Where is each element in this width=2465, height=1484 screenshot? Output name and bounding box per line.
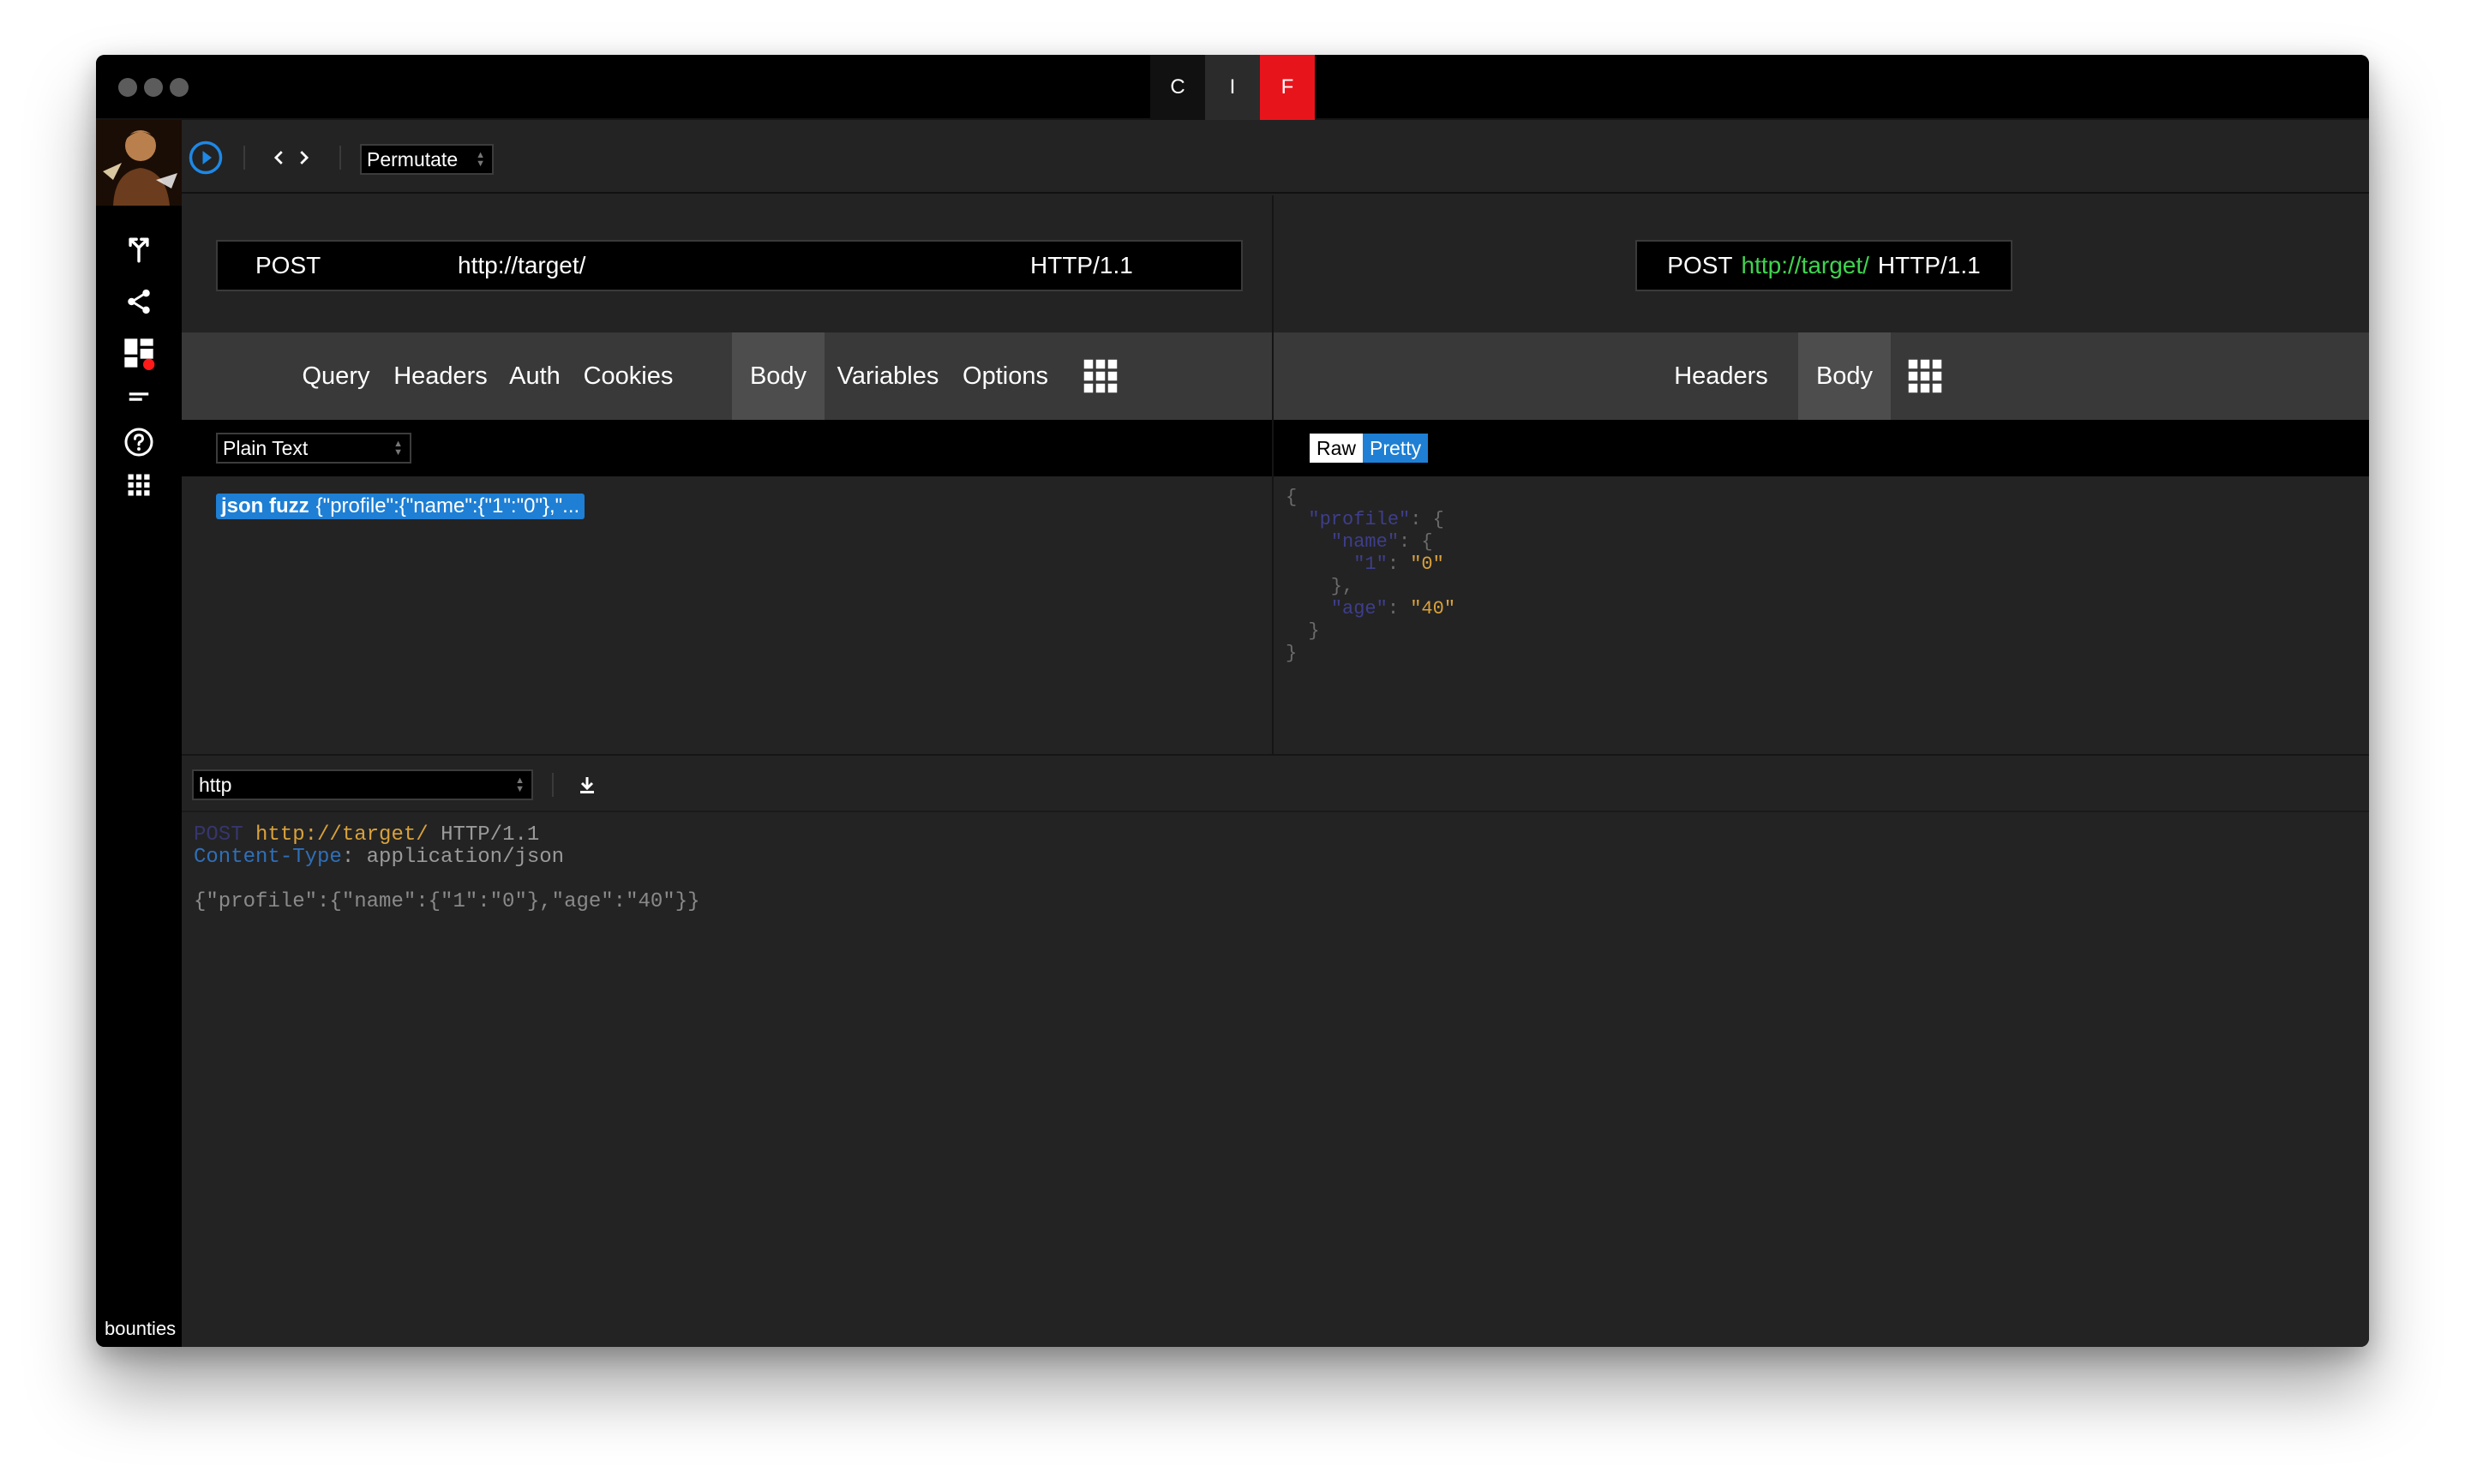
app-window: C I F bounties Permutate ▲ ▼ POST http:/…: [96, 55, 2369, 1347]
title-bar: C I F: [96, 55, 2369, 120]
request-pane: POST http://target/ HTTP/1.1 Query Heade…: [182, 195, 1272, 754]
output-pane: http ▲ ▼ POST http://target/ HTTP/1.1 Con…: [182, 754, 2369, 1347]
bounties-label[interactable]: bounties: [105, 1318, 176, 1340]
more-tabs-grid-icon[interactable]: [1075, 332, 1126, 420]
chevron-left-icon[interactable]: [267, 144, 291, 171]
json-key-1: "1": [1353, 554, 1388, 575]
request-url-row: POST http://target/ HTTP/1.1: [182, 195, 1272, 332]
play-icon: [189, 141, 223, 175]
body-type-value: Plain Text: [223, 436, 309, 459]
run-button[interactable]: [187, 139, 225, 177]
grid-icon[interactable]: [96, 459, 182, 511]
main-area: Permutate ▲ ▼ POST http://target/ HTTP/1.…: [182, 120, 2369, 1347]
json-key-age: "age": [1330, 598, 1388, 619]
response-request-line: POST http://target/ HTTP/1.1: [1635, 240, 2012, 291]
request-tabs: Query Headers Auth Cookies Body Variable…: [182, 332, 1272, 420]
tab-headers[interactable]: Headers: [387, 332, 494, 420]
share-icon[interactable]: [96, 276, 182, 327]
output-protocol: HTTP/1.1: [441, 823, 540, 847]
download-icon[interactable]: [574, 771, 600, 799]
output-body: {"profile":{"name":{"1":"0"},"age":"40"}…: [194, 890, 700, 913]
request-protocol[interactable]: HTTP/1.1: [1030, 252, 1133, 279]
view-toggle: Raw Pretty: [1310, 434, 1429, 463]
tab-options[interactable]: Options: [953, 332, 1058, 420]
lines-icon[interactable]: [96, 370, 182, 422]
response-url[interactable]: http://target/: [1742, 252, 1869, 279]
output-url: http://target/: [255, 823, 429, 847]
output-toolbar: http ▲ ▼: [182, 756, 2369, 812]
response-json: { "profile": { "name": { "1": "0" }, "ag…: [1286, 487, 1456, 664]
body-type-bar: Plain Text ▲ ▼: [182, 420, 1272, 476]
tab-variables[interactable]: Variables: [831, 332, 945, 420]
notification-badge: [143, 358, 155, 370]
mode-tab-i[interactable]: I: [1205, 55, 1260, 120]
avatar[interactable]: [96, 120, 182, 206]
json-value-0: "0": [1410, 554, 1444, 575]
request-line-input[interactable]: POST http://target/ HTTP/1.1: [216, 240, 1243, 291]
response-tabs: Headers Body: [1274, 332, 2369, 420]
json-fuzz-chip[interactable]: json fuzz {"profile":{"name":{"1":"0"},"…: [216, 494, 585, 519]
fuzz-label: json fuzz: [221, 494, 309, 518]
response-more-grid-icon[interactable]: [1899, 332, 1951, 420]
output-header-value: application/json: [366, 846, 565, 869]
close-window-button[interactable]: [118, 78, 137, 97]
raw-request-output[interactable]: POST http://target/ HTTP/1.1 Content-Typ…: [194, 824, 700, 913]
response-tab-headers[interactable]: Headers: [1668, 332, 1774, 420]
tab-auth[interactable]: Auth: [501, 332, 569, 420]
fuzz-value: {"profile":{"name":{"1":"0"},"...: [315, 494, 580, 518]
view-raw-button[interactable]: Raw: [1310, 434, 1364, 463]
response-method: POST: [1667, 252, 1733, 278]
request-body-editor[interactable]: json fuzz {"profile":{"name":{"1":"0"},"…: [182, 476, 1272, 754]
fork-icon[interactable]: [96, 224, 182, 276]
minimize-window-button[interactable]: [144, 78, 163, 97]
response-url-row: POST http://target/ HTTP/1.1: [1274, 195, 2369, 332]
mode-tabs: C I F: [1150, 55, 1315, 120]
select-arrows-icon: ▲ ▼: [393, 439, 403, 458]
json-value-40: "40": [1410, 598, 1456, 619]
tab-cookies[interactable]: Cookies: [574, 332, 682, 420]
sidebar: bounties: [96, 120, 182, 1347]
tab-body[interactable]: Body: [732, 332, 825, 420]
response-pane: POST http://target/ HTTP/1.1 Headers Bod…: [1274, 195, 2369, 754]
zoom-window-button[interactable]: [170, 78, 189, 97]
response-body-viewer[interactable]: { "profile": { "name": { "1": "0" }, "ag…: [1274, 476, 2369, 754]
output-format-select[interactable]: http ▲ ▼: [192, 769, 533, 800]
chevron-right-icon[interactable]: [291, 144, 315, 171]
tab-query[interactable]: Query: [293, 332, 379, 420]
avatar-image: [96, 120, 182, 206]
body-type-select[interactable]: Plain Text ▲ ▼: [216, 433, 411, 464]
json-key-name: "name": [1330, 531, 1400, 553]
toolbar: Permutate ▲ ▼: [182, 120, 2369, 194]
request-method[interactable]: POST: [255, 252, 321, 279]
response-protocol: HTTP/1.1: [1877, 252, 1981, 278]
response-tab-body[interactable]: Body: [1798, 332, 1891, 420]
mode-select[interactable]: Permutate ▲ ▼: [360, 144, 494, 175]
output-format-value: http: [199, 773, 232, 796]
output-header-name: Content-Type: [194, 846, 342, 869]
mode-tab-c[interactable]: C: [1150, 55, 1205, 120]
mode-select-value: Permutate: [367, 147, 459, 171]
output-method: POST: [194, 823, 243, 847]
select-arrows-icon: ▲ ▼: [515, 775, 525, 794]
json-key-profile: "profile": [1308, 509, 1411, 530]
select-arrows-icon: ▲ ▼: [476, 150, 485, 169]
view-pretty-button[interactable]: Pretty: [1363, 434, 1429, 463]
mode-tab-f[interactable]: F: [1260, 55, 1315, 120]
response-view-bar: Raw Pretty: [1274, 420, 2369, 476]
request-url[interactable]: http://target/: [458, 252, 585, 279]
